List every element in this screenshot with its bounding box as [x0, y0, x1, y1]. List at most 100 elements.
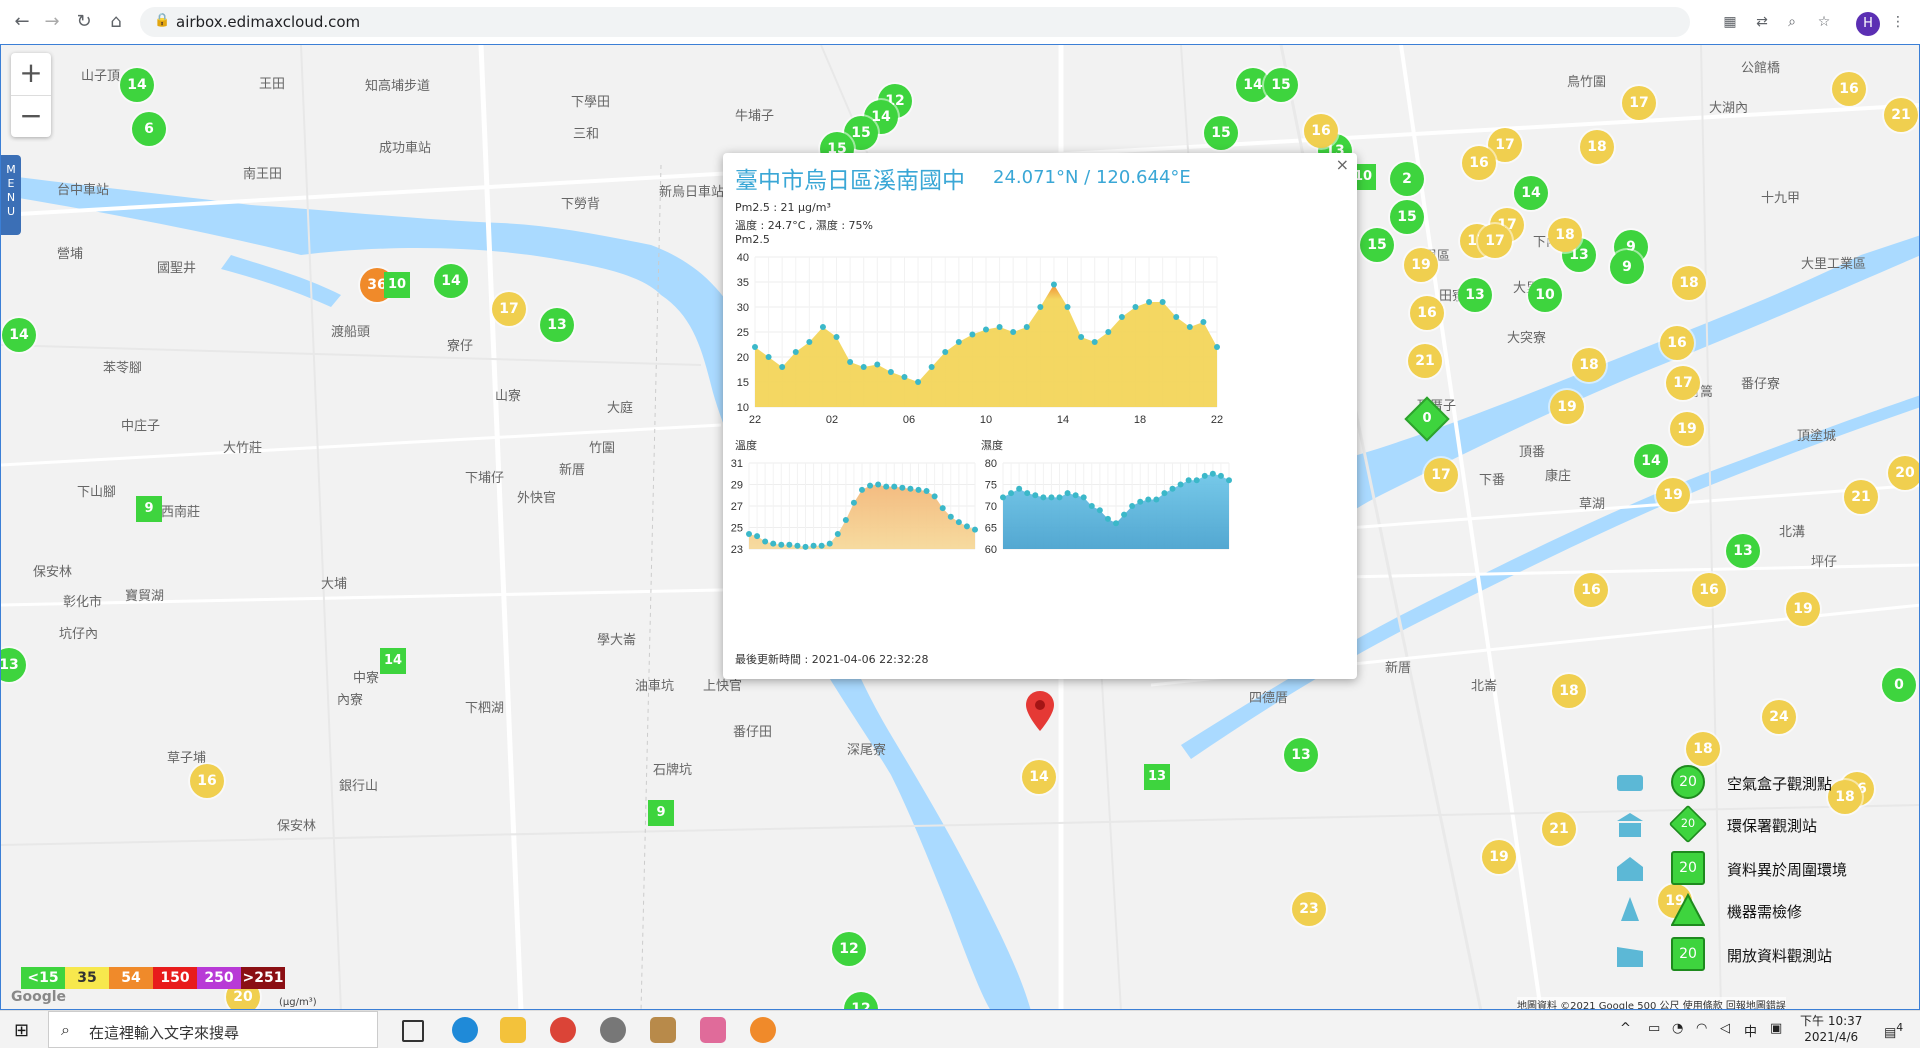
- open-data-marker[interactable]: 9: [648, 800, 674, 826]
- airbox-marker-moderate[interactable]: 19: [1550, 390, 1584, 424]
- data-point[interactable]: [833, 334, 840, 340]
- airbox-marker-good[interactable]: 15: [1204, 116, 1238, 150]
- open-data-marker[interactable]: 14: [380, 648, 406, 674]
- data-point[interactable]: [1080, 494, 1087, 501]
- edge-icon[interactable]: [452, 1017, 478, 1043]
- airbox-marker-moderate[interactable]: 19: [1656, 478, 1690, 512]
- data-point[interactable]: [1104, 515, 1111, 522]
- profile-avatar[interactable]: H: [1856, 12, 1880, 36]
- data-point[interactable]: [826, 540, 833, 547]
- data-point[interactable]: [1091, 339, 1098, 345]
- data-point[interactable]: [770, 540, 777, 547]
- data-point[interactable]: [1217, 472, 1224, 479]
- data-point[interactable]: [1186, 324, 1193, 330]
- data-point[interactable]: [802, 543, 809, 550]
- data-point[interactable]: [786, 541, 793, 548]
- data-point[interactable]: [874, 361, 881, 368]
- airbox-marker-moderate[interactable]: 18: [1552, 674, 1586, 708]
- airbox-marker-moderate[interactable]: 23: [1292, 892, 1326, 926]
- data-point[interactable]: [1201, 472, 1208, 479]
- open-data-marker[interactable]: 13: [1144, 764, 1170, 790]
- data-point[interactable]: [1145, 496, 1152, 503]
- airbox-marker-good[interactable]: 6: [132, 112, 166, 146]
- airbox-marker-good[interactable]: 13: [1726, 534, 1760, 568]
- airbox-marker-good[interactable]: 15: [1264, 68, 1298, 102]
- address-bar[interactable]: 🔒 airbox.edimaxcloud.com: [140, 7, 1690, 37]
- data-point[interactable]: [1118, 314, 1125, 320]
- network-icon[interactable]: ◔: [1672, 1021, 1683, 1036]
- data-point[interactable]: [818, 542, 825, 549]
- open-data-marker[interactable]: 9: [136, 496, 162, 522]
- airbox-marker-moderate[interactable]: 19: [1786, 592, 1820, 626]
- data-point[interactable]: [1169, 485, 1176, 492]
- airbox-marker-moderate[interactable]: 19: [1482, 840, 1516, 874]
- data-point[interactable]: [915, 486, 922, 493]
- file-explorer-icon[interactable]: [500, 1017, 526, 1043]
- data-point[interactable]: [1121, 511, 1128, 518]
- airbox-marker-moderate[interactable]: 18: [1548, 218, 1582, 252]
- data-point[interactable]: [887, 369, 894, 375]
- airbox-marker-moderate[interactable]: 16: [190, 764, 224, 798]
- airbox-marker-moderate[interactable]: 17: [1478, 224, 1512, 258]
- data-point[interactable]: [1214, 344, 1220, 350]
- home-icon[interactable]: ⌂: [104, 10, 128, 34]
- data-point[interactable]: [1132, 304, 1139, 310]
- airbox-marker-moderate[interactable]: 17: [492, 292, 526, 326]
- forward-icon[interactable]: →: [40, 10, 64, 34]
- data-point[interactable]: [779, 364, 786, 370]
- data-point[interactable]: [1209, 470, 1216, 477]
- popup-close-button[interactable]: ×: [1336, 155, 1349, 174]
- airbox-marker-good[interactable]: 10: [1528, 278, 1562, 312]
- airbox-marker-moderate[interactable]: 16: [1832, 72, 1866, 106]
- menu-tab-button[interactable]: MENU: [1, 155, 21, 235]
- airbox-marker-moderate[interactable]: 14: [1022, 760, 1056, 794]
- taskbar-search-box[interactable]: ⌕ 在這裡輸入文字來搜尋: [48, 1011, 378, 1048]
- data-point[interactable]: [842, 516, 849, 523]
- tray-chevron-icon[interactable]: ^: [1620, 1021, 1631, 1036]
- data-point[interactable]: [1000, 494, 1006, 501]
- data-point[interactable]: [765, 354, 772, 360]
- data-point[interactable]: [1056, 494, 1063, 501]
- data-point[interactable]: [1064, 490, 1071, 497]
- translate-icon[interactable]: ⇄: [1752, 12, 1772, 32]
- data-point[interactable]: [1050, 281, 1057, 288]
- data-point[interactable]: [907, 485, 914, 492]
- data-point[interactable]: [1024, 490, 1031, 497]
- data-point[interactable]: [891, 483, 898, 490]
- wifi-icon[interactable]: ◠: [1696, 1021, 1707, 1036]
- qr-icon[interactable]: ▦: [1720, 12, 1740, 32]
- app-icon[interactable]: [650, 1017, 676, 1043]
- taskbar-clock[interactable]: 下午 10:37 2021/4/6: [1800, 1013, 1862, 1045]
- data-point[interactable]: [1161, 490, 1168, 497]
- app-icon[interactable]: [600, 1017, 626, 1043]
- data-point[interactable]: [1048, 494, 1055, 501]
- data-point[interactable]: [969, 331, 976, 338]
- data-point[interactable]: [1137, 498, 1144, 505]
- data-point[interactable]: [1129, 503, 1136, 509]
- data-point[interactable]: [928, 364, 935, 370]
- data-point[interactable]: [1037, 304, 1044, 310]
- airbox-marker-good[interactable]: 14: [434, 264, 468, 298]
- airbox-marker-moderate[interactable]: 20: [1888, 456, 1919, 490]
- data-point[interactable]: [806, 339, 813, 345]
- data-point[interactable]: [1088, 503, 1095, 509]
- data-point[interactable]: [860, 364, 867, 370]
- task-view-icon[interactable]: [402, 1020, 424, 1042]
- data-point[interactable]: [947, 513, 954, 520]
- airbox-marker-good[interactable]: 13: [1458, 278, 1492, 312]
- airbox-marker-good[interactable]: 2: [1390, 162, 1424, 196]
- airbox-marker-good[interactable]: 12: [832, 932, 866, 966]
- chrome-icon[interactable]: [550, 1017, 576, 1043]
- data-point[interactable]: [867, 482, 874, 489]
- data-point[interactable]: [1153, 496, 1160, 503]
- data-point[interactable]: [1064, 304, 1071, 310]
- airbox-marker-moderate[interactable]: 17: [1622, 86, 1656, 120]
- zoom-out-button[interactable]: −: [11, 96, 51, 138]
- data-point[interactable]: [819, 324, 826, 330]
- airbox-marker-good[interactable]: 15: [1360, 228, 1394, 262]
- data-point[interactable]: [939, 505, 946, 512]
- data-point[interactable]: [899, 484, 906, 491]
- data-point[interactable]: [1032, 492, 1039, 499]
- map-pin-icon[interactable]: [1026, 691, 1054, 731]
- data-point[interactable]: [1078, 334, 1085, 340]
